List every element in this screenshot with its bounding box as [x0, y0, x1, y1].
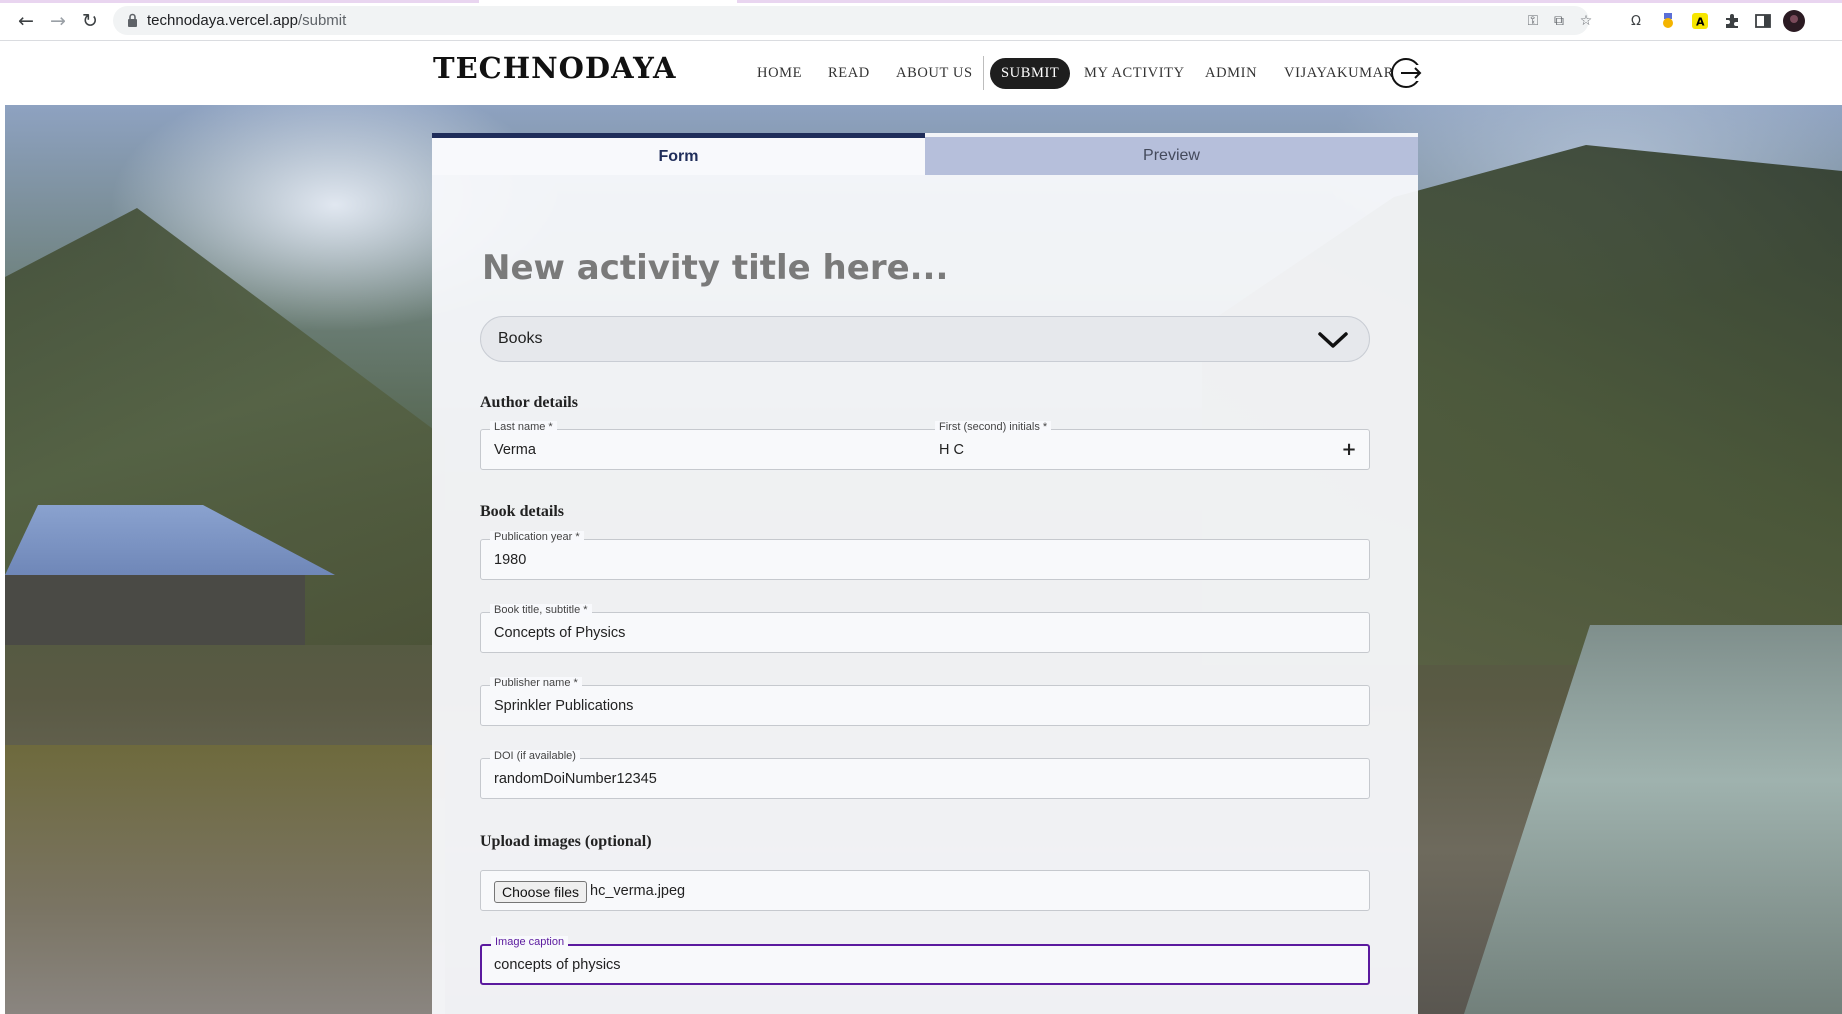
reload-icon[interactable]: ↻ — [78, 9, 102, 33]
publication-year-field[interactable]: Publication year * 1980 — [480, 531, 1370, 580]
star-icon[interactable]: ☆ — [1577, 12, 1595, 30]
browser-toolbar: ← → ↻ technodaya.vercel.app/submit ⚿ ⧉ ☆… — [0, 0, 1842, 41]
book-title-value[interactable]: Concepts of Physics — [494, 625, 625, 641]
image-caption-value[interactable]: concepts of physics — [494, 957, 621, 973]
book-title-field[interactable]: Book title, subtitle * Concepts of Physi… — [480, 604, 1370, 653]
doi-field[interactable]: DOI (if available) randomDoiNumber12345 — [480, 750, 1370, 799]
nav-admin[interactable]: ADMIN — [1205, 65, 1257, 82]
doi-label: DOI (if available) — [490, 750, 580, 762]
profile-avatar-icon[interactable] — [1783, 10, 1805, 32]
book-details-heading: Book details — [480, 503, 565, 520]
site-logo[interactable]: TECHNODAYA — [433, 51, 677, 85]
initials-label: First (second) initials * — [935, 421, 1052, 433]
forward-icon[interactable]: → — [46, 9, 70, 33]
publisher-name-label: Publisher name * — [490, 677, 582, 689]
nav-submit[interactable]: SUBMIT — [990, 58, 1071, 89]
tab-strip — [0, 0, 1842, 3]
key-icon[interactable]: ⚿ — [1524, 12, 1542, 30]
publisher-name-field[interactable]: Publisher name * Sprinkler Publications — [480, 677, 1370, 726]
selected-file-name: hc_verma.jpeg — [590, 883, 686, 899]
activity-title-input[interactable] — [480, 243, 1370, 293]
book-title-label: Book title, subtitle * — [490, 604, 592, 616]
category-select[interactable]: Books — [480, 316, 1370, 362]
category-selected-value: Books — [498, 330, 543, 347]
nav-about-us[interactable]: ABOUT US — [896, 65, 973, 82]
last-name-field[interactable]: Last name * Verma — [481, 421, 926, 469]
add-author-icon[interactable]: + — [1339, 439, 1359, 460]
publication-year-label: Publication year * — [490, 531, 584, 543]
extension-omega-icon[interactable]: Ω — [1625, 10, 1647, 32]
extensions-puzzle-icon[interactable] — [1721, 10, 1743, 32]
doi-value[interactable]: randomDoiNumber12345 — [494, 771, 657, 787]
publisher-name-value[interactable]: Sprinkler Publications — [494, 698, 633, 714]
nav-user-name[interactable]: VIJAYAKUMAR — [1284, 65, 1394, 82]
tab-preview[interactable]: Preview — [925, 137, 1418, 175]
logout-icon[interactable] — [1389, 56, 1423, 90]
share-icon[interactable]: ⧉ — [1550, 12, 1568, 30]
submit-form-panel: Form Preview Books Author details Last n… — [432, 133, 1418, 1014]
image-caption-label: Image caption — [491, 936, 569, 948]
lock-icon — [128, 13, 137, 27]
svg-text:A: A — [1696, 16, 1705, 29]
site-header: TECHNODAYA HOME READ ABOUT US SUBMIT MY … — [5, 41, 1842, 105]
tab-form[interactable]: Form — [432, 133, 925, 175]
initials-field[interactable]: First (second) initials * H C + — [926, 421, 1371, 469]
nav-read[interactable]: READ — [828, 65, 870, 82]
url-text: technodaya.vercel.app/submit — [147, 12, 347, 29]
side-panel-icon[interactable] — [1752, 10, 1774, 32]
last-name-label: Last name * — [490, 421, 557, 433]
back-icon[interactable]: ← — [14, 9, 38, 33]
extension-medal-icon[interactable] — [1657, 10, 1679, 32]
extension-a-icon[interactable]: A — [1689, 10, 1711, 32]
nav-my-activity[interactable]: MY ACTIVITY — [1084, 65, 1185, 82]
upload-images-heading: Upload images (optional) — [480, 833, 652, 850]
initials-value[interactable]: H C — [939, 442, 964, 458]
publication-year-value[interactable]: 1980 — [494, 552, 526, 568]
image-caption-field[interactable]: Image caption concepts of physics — [480, 936, 1370, 985]
nav-home[interactable]: HOME — [757, 65, 802, 82]
last-name-value[interactable]: Verma — [494, 442, 536, 458]
file-upload-field: Choose files hc_verma.jpeg — [480, 870, 1370, 911]
author-details-heading: Author details — [480, 394, 578, 411]
chevron-down-icon — [1318, 332, 1348, 348]
address-bar[interactable]: technodaya.vercel.app/submit ⚿ ⧉ ☆ — [113, 6, 1592, 35]
nav-divider — [983, 56, 984, 90]
choose-files-button[interactable]: Choose files — [494, 881, 588, 903]
author-name-row: Last name * Verma First (second) initial… — [480, 421, 1371, 470]
